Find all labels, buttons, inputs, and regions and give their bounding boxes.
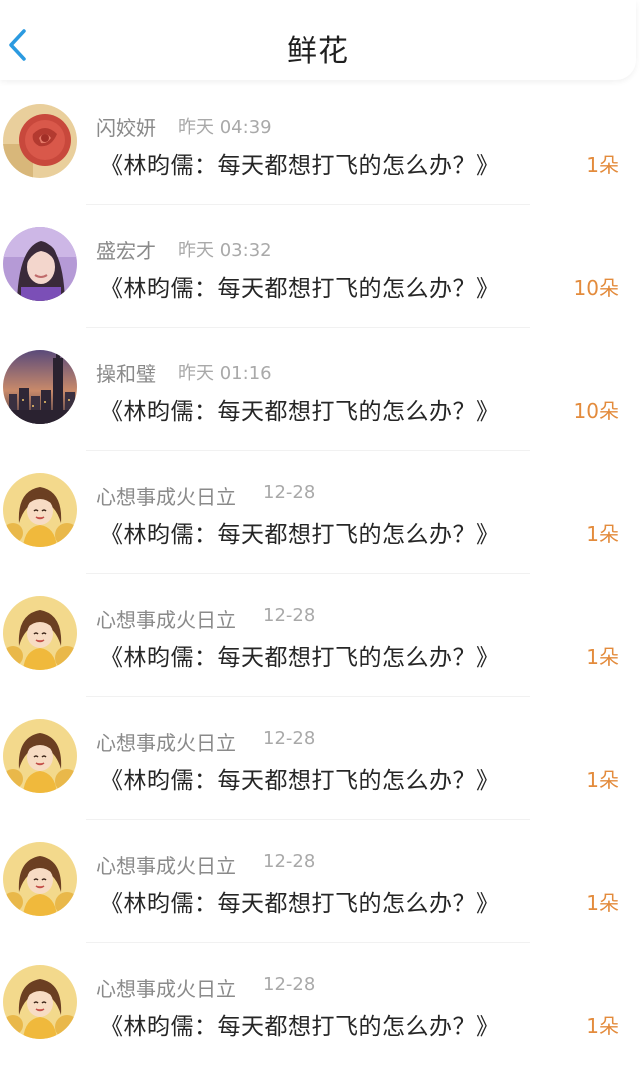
book-title: 《林昀儒：每天都想打飞的怎么办？》 — [100, 645, 500, 671]
user-name: 心想事成火日立 — [96, 731, 236, 755]
flower-count: 1朵 — [586, 891, 619, 915]
header-bar: 鲜花 — [0, 0, 636, 80]
cartoon-girl-avatar[interactable] — [3, 473, 77, 547]
cartoon-girl-avatar[interactable] — [3, 596, 77, 670]
book-title: 《林昀儒：每天都想打飞的怎么办？》 — [100, 891, 500, 917]
book-title: 《林昀儒：每天都想打飞的怎么办？》 — [100, 399, 500, 425]
flower-count: 1朵 — [586, 645, 619, 669]
user-name: 盛宏才 — [96, 239, 156, 263]
flower-record-list: 闪姣妍 昨天 04:39 《林昀儒：每天都想打飞的怎么办？》 1朵 盛宏才 昨天… — [0, 82, 640, 1066]
timestamp: 昨天 03:32 — [178, 240, 272, 261]
flower-count: 1朵 — [586, 768, 619, 792]
list-item[interactable]: 心想事成火日立 12-28 《林昀儒：每天都想打飞的怎么办？》 1朵 — [0, 820, 640, 943]
user-name: 心想事成火日立 — [96, 854, 236, 878]
list-item[interactable]: 闪姣妍 昨天 04:39 《林昀儒：每天都想打飞的怎么办？》 1朵 — [0, 82, 640, 205]
list-item[interactable]: 心想事成火日立 12-28 《林昀儒：每天都想打飞的怎么办？》 1朵 — [0, 697, 640, 820]
flower-count: 10朵 — [573, 276, 619, 300]
timestamp: 12-28 — [263, 974, 316, 995]
list-item[interactable]: 心想事成火日立 12-28 《林昀儒：每天都想打飞的怎么办？》 1朵 — [0, 574, 640, 697]
book-title: 《林昀儒：每天都想打飞的怎么办？》 — [100, 1014, 500, 1040]
girl-photo-avatar[interactable] — [3, 227, 77, 301]
list-item[interactable]: 心想事成火日立 12-28 《林昀儒：每天都想打飞的怎么办？》 1朵 — [0, 943, 640, 1066]
cartoon-girl-avatar[interactable] — [3, 719, 77, 793]
timestamp: 12-28 — [263, 728, 316, 749]
list-item[interactable]: 操和璧 昨天 01:16 《林昀儒：每天都想打飞的怎么办？》 10朵 — [0, 328, 640, 451]
timestamp: 12-28 — [263, 482, 316, 503]
user-name: 心想事成火日立 — [96, 608, 236, 632]
book-title: 《林昀儒：每天都想打飞的怎么办？》 — [100, 768, 500, 794]
book-title: 《林昀儒：每天都想打飞的怎么办？》 — [100, 522, 500, 548]
flower-count: 1朵 — [586, 1014, 619, 1038]
timestamp: 12-28 — [263, 851, 316, 872]
user-name: 闪姣妍 — [96, 116, 156, 140]
city-skyline-avatar[interactable] — [3, 350, 77, 424]
user-name: 心想事成火日立 — [96, 485, 236, 509]
book-title: 《林昀儒：每天都想打飞的怎么办？》 — [100, 153, 500, 179]
list-item[interactable]: 盛宏才 昨天 03:32 《林昀儒：每天都想打飞的怎么办？》 10朵 — [0, 205, 640, 328]
timestamp: 昨天 01:16 — [178, 363, 272, 384]
list-item[interactable]: 心想事成火日立 12-28 《林昀儒：每天都想打飞的怎么办？》 1朵 — [0, 451, 640, 574]
flower-count: 10朵 — [573, 399, 619, 423]
timestamp: 昨天 04:39 — [178, 117, 272, 138]
user-name: 心想事成火日立 — [96, 977, 236, 1001]
book-title: 《林昀儒：每天都想打飞的怎么办？》 — [100, 276, 500, 302]
timestamp: 12-28 — [263, 605, 316, 626]
page-title: 鲜花 — [287, 34, 349, 69]
flower-count: 1朵 — [586, 522, 619, 546]
cartoon-girl-avatar[interactable] — [3, 965, 77, 1039]
flower-count: 1朵 — [586, 153, 619, 177]
rose-avatar[interactable] — [3, 104, 77, 178]
user-name: 操和璧 — [96, 362, 156, 386]
cartoon-girl-avatar[interactable] — [3, 842, 77, 916]
